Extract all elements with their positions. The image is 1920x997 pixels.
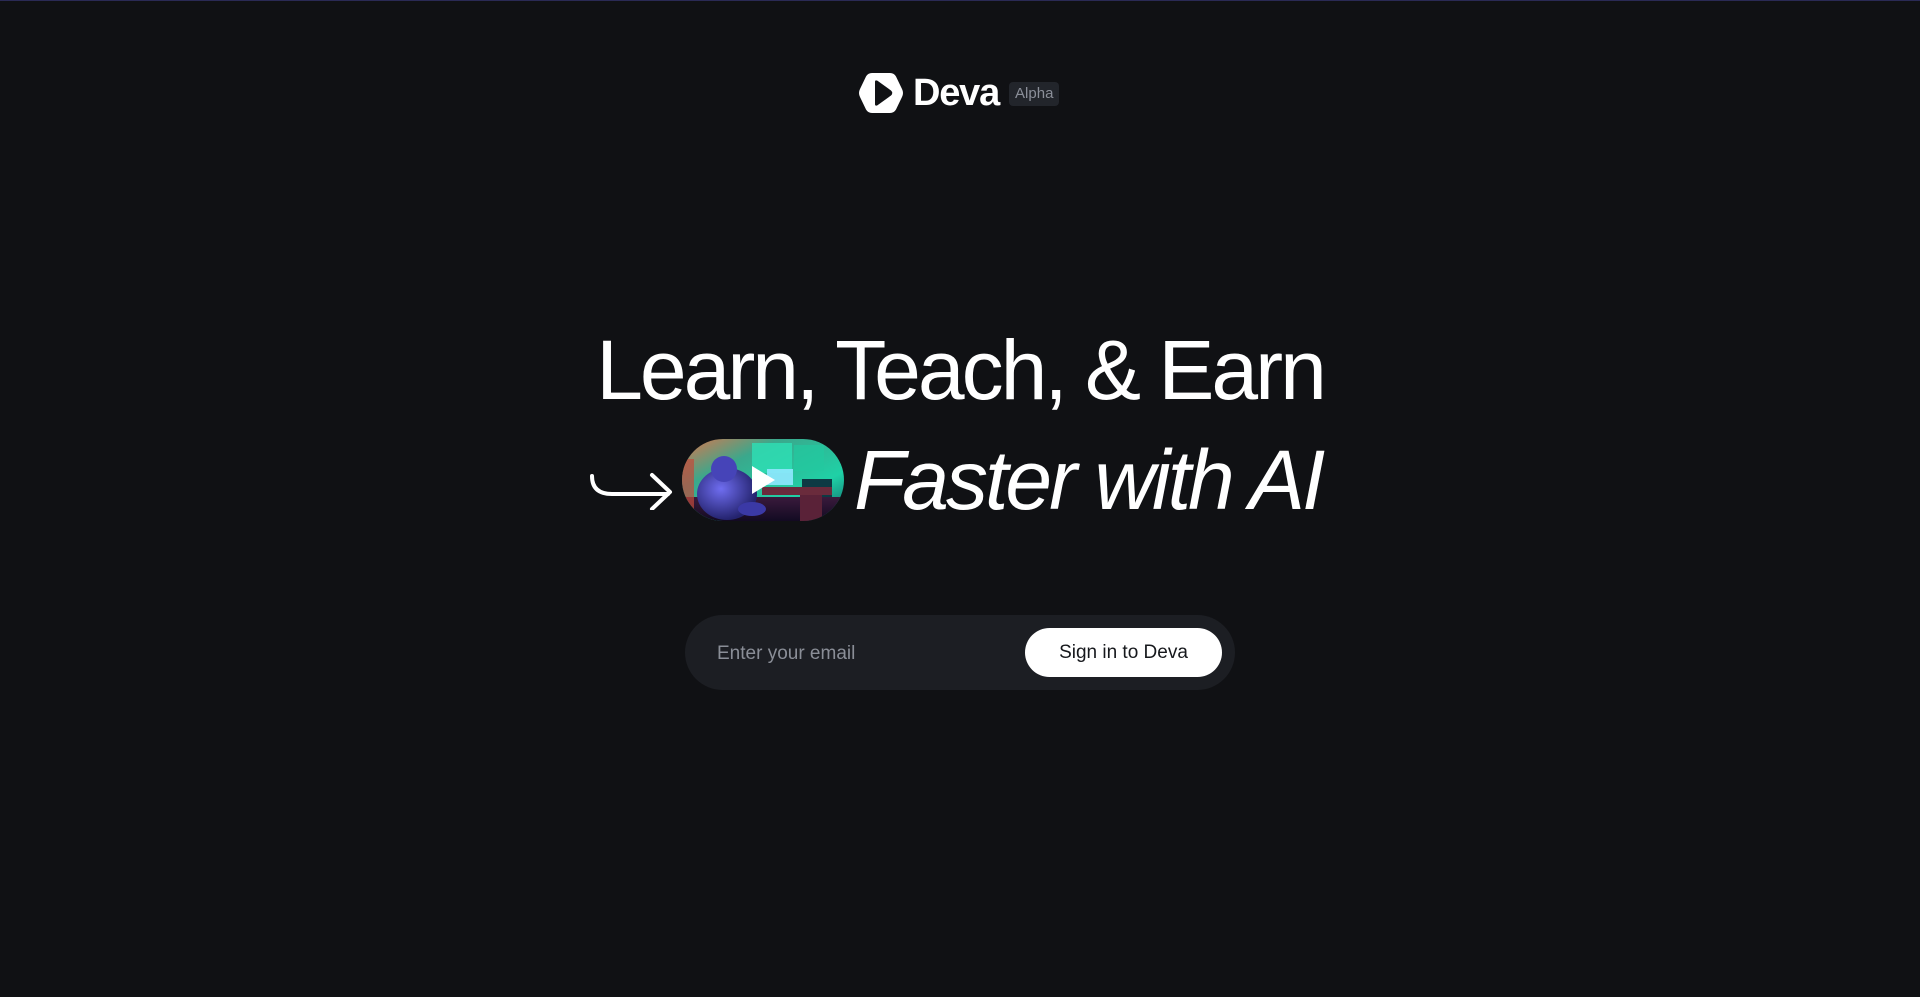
deva-logo-icon (859, 73, 903, 113)
play-icon[interactable] (749, 464, 777, 496)
video-thumbnail[interactable] (682, 439, 844, 521)
brand-name: Deva (913, 72, 1000, 114)
alpha-badge: Alpha (1009, 82, 1060, 106)
email-input[interactable] (715, 633, 1019, 675)
sign-in-button[interactable]: Sign in to Deva (1025, 628, 1222, 677)
hero-headline-line2: Faster with AI (588, 430, 1325, 530)
brand[interactable]: Deva Alpha (858, 70, 1060, 116)
hero-headline-italic: Faster with AI (854, 433, 1325, 527)
signin-form: Sign in to Deva (685, 615, 1235, 690)
top-border-line (0, 0, 1920, 1)
hero-headline-line1: Learn, Teach, & Earn (596, 323, 1327, 417)
curved-arrow-right-icon (590, 473, 672, 510)
